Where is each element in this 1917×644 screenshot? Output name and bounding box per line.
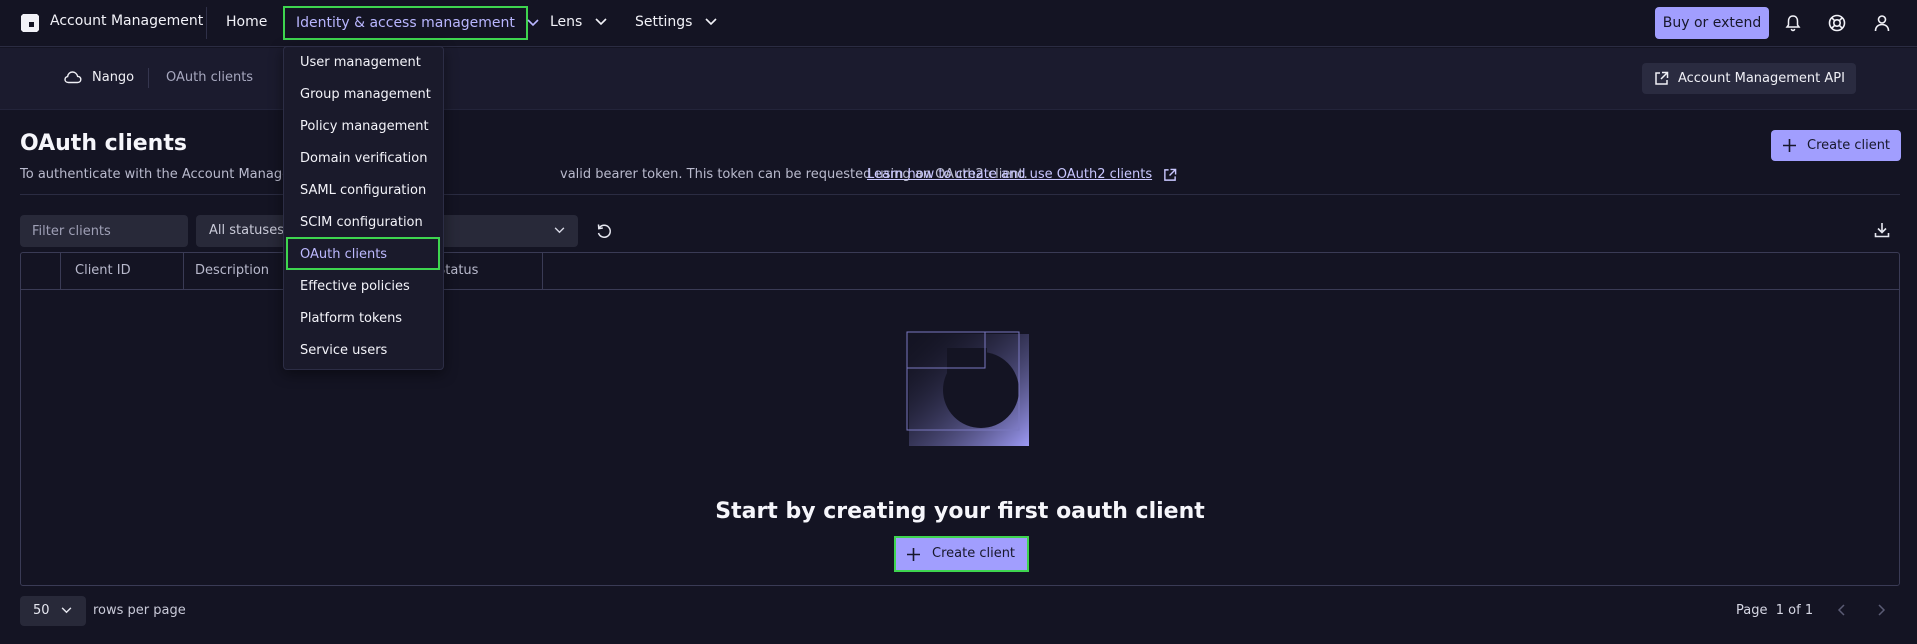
rows-per-page-value: 50: [33, 603, 50, 618]
user-icon[interactable]: [1872, 13, 1892, 33]
plus-icon: [1783, 139, 1796, 152]
nav-settings-label: Settings: [635, 14, 693, 30]
external-link-icon: [1164, 168, 1177, 181]
page-value: 1 of 1: [1775, 603, 1814, 618]
help-icon[interactable]: [1827, 13, 1847, 33]
filter-clients-input[interactable]: [20, 215, 188, 247]
nav-lens-label: Lens: [550, 14, 583, 30]
nav-home[interactable]: Home: [226, 14, 267, 30]
breadcrumb-environment[interactable]: Nango: [92, 70, 134, 85]
nav-settings[interactable]: Settings: [635, 14, 717, 30]
breadcrumb-divider: [148, 68, 149, 88]
page-description-start: To authenticate with the Account Manager: [20, 167, 296, 182]
chevron-down-icon: [554, 227, 565, 234]
menu-item-scim-configuration[interactable]: SCIM configuration: [300, 215, 423, 235]
nav-lens[interactable]: Lens: [550, 14, 607, 30]
logo-icon[interactable]: [20, 13, 40, 33]
iam-dropdown-menu: User management Group management Policy …: [283, 46, 444, 370]
menu-item-service-users[interactable]: Service users: [300, 343, 387, 363]
rows-per-page-select[interactable]: 50: [20, 596, 86, 626]
create-client-label: Create client: [1807, 138, 1891, 153]
chevron-down-icon: [527, 19, 539, 27]
menu-item-saml-configuration[interactable]: SAML configuration: [300, 183, 426, 203]
column-divider: [183, 253, 184, 289]
column-header-client-id[interactable]: Client ID: [75, 253, 131, 289]
api-button-label: Account Management API: [1678, 71, 1845, 86]
menu-item-group-management[interactable]: Group management: [300, 87, 431, 107]
nav-iam-label: Identity & access management: [296, 15, 515, 31]
app-title[interactable]: Account Management: [50, 13, 203, 29]
nav-identity-access-management[interactable]: Identity & access management: [283, 6, 539, 40]
page-label: Page: [1736, 603, 1768, 618]
create-client-button[interactable]: Create client: [1771, 130, 1901, 161]
learn-oauth-link[interactable]: Learn how to create and use OAuth2 clien…: [867, 167, 1177, 182]
account-management-api-button[interactable]: Account Management API: [1642, 63, 1856, 94]
bell-icon[interactable]: [1783, 13, 1803, 33]
learn-link-label: Learn how to create and use OAuth2 clien…: [867, 167, 1153, 182]
empty-state-illustration: [906, 331, 1029, 446]
column-header-description[interactable]: Description: [195, 253, 269, 289]
page-title: OAuth clients: [20, 131, 187, 156]
empty-state-title: Start by creating your first oauth clien…: [715, 499, 1205, 524]
divider: [206, 7, 207, 39]
menu-item-effective-policies[interactable]: Effective policies: [300, 279, 410, 299]
page-indicator: Page 1 of 1: [1736, 603, 1813, 618]
menu-item-platform-tokens[interactable]: Platform tokens: [300, 311, 402, 331]
create-client-button-empty-state[interactable]: Create client: [894, 536, 1029, 572]
buy-or-extend-button[interactable]: Buy or extend: [1655, 7, 1769, 39]
menu-item-user-management[interactable]: User management: [300, 55, 421, 75]
menu-item-domain-verification[interactable]: Domain verification: [300, 151, 427, 171]
external-link-icon: [1655, 71, 1669, 85]
download-icon[interactable]: [1872, 220, 1892, 240]
chevron-right-icon[interactable]: [1874, 603, 1888, 617]
column-divider: [542, 253, 543, 289]
breadcrumb-current-page: OAuth clients: [166, 70, 254, 85]
menu-item-oauth-clients[interactable]: OAuth clients: [300, 247, 387, 267]
top-navigation-bar: Account Management Home Identity & acces…: [0, 0, 1917, 47]
column-divider: [60, 253, 61, 289]
rows-per-page-label: rows per page: [93, 603, 186, 618]
cloud-icon: [64, 71, 82, 84]
chevron-left-icon[interactable]: [1835, 603, 1849, 617]
menu-item-policy-management[interactable]: Policy management: [300, 119, 429, 139]
create-client-label: Create client: [932, 546, 1016, 561]
status-filter-value: All statuses: [209, 223, 284, 238]
chevron-down-icon: [705, 18, 717, 26]
chevron-down-icon: [61, 607, 72, 614]
reset-icon[interactable]: [594, 221, 614, 241]
chevron-down-icon: [595, 18, 607, 26]
plus-icon: [907, 548, 920, 561]
